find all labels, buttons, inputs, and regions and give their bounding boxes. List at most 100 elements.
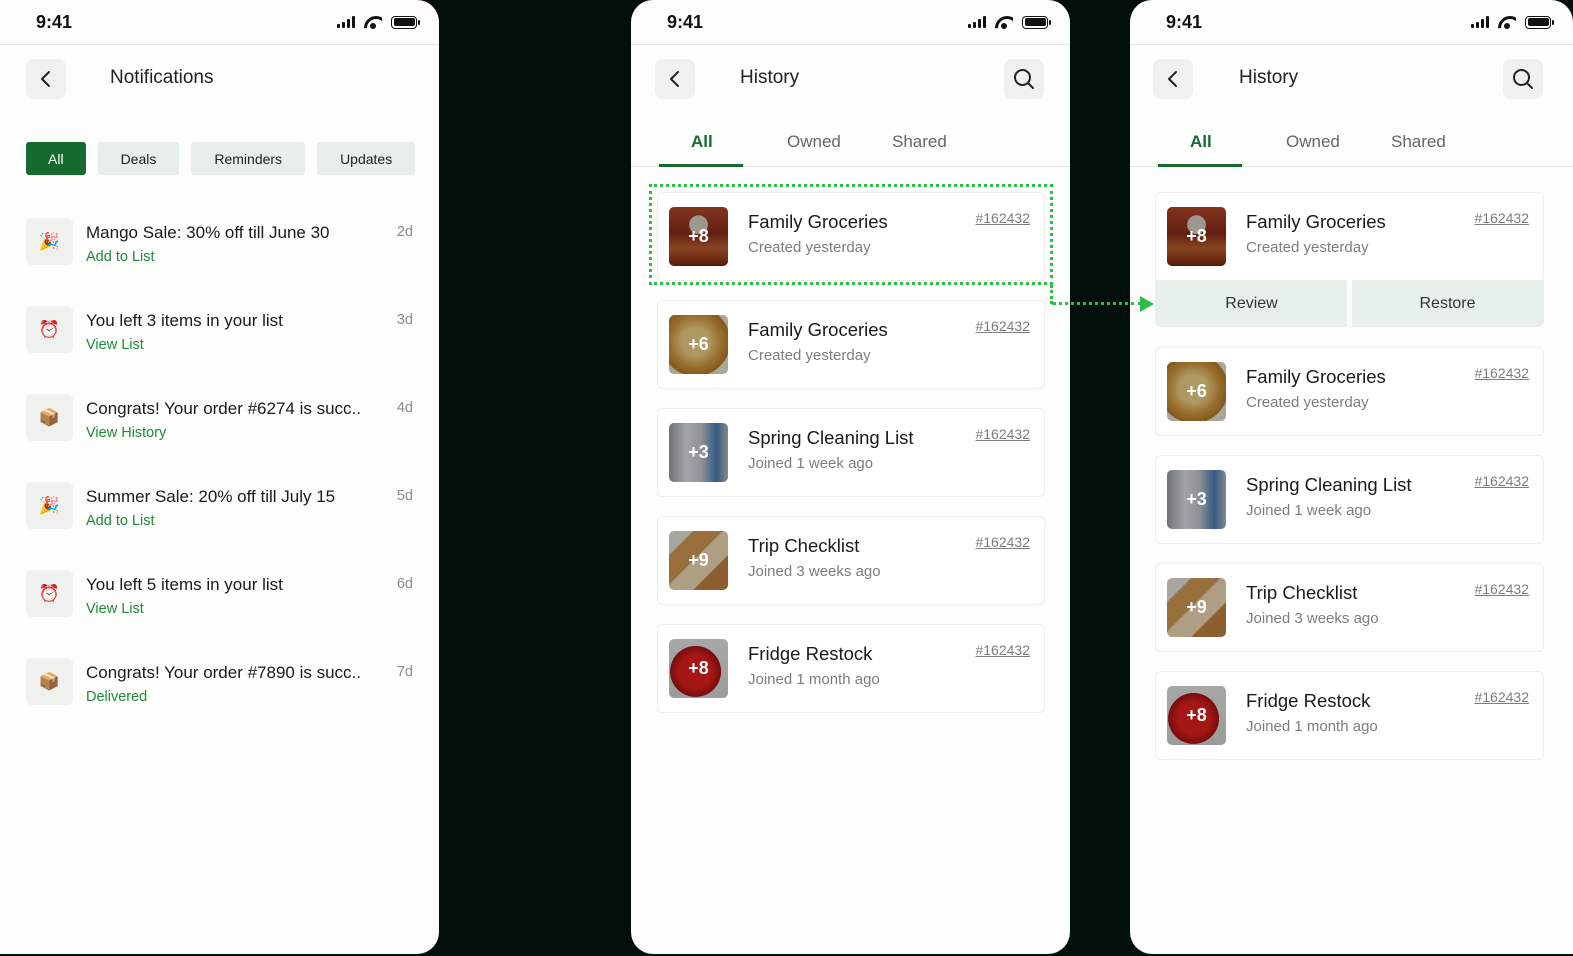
back-button[interactable] xyxy=(1153,59,1193,99)
filter-chip-all[interactable]: All xyxy=(26,142,86,175)
status-bar: 9:41 xyxy=(1130,0,1573,45)
swipe-actions: Review Restore xyxy=(1156,280,1543,326)
extra-items-count: +8 xyxy=(1186,705,1207,725)
list-thumbnail: +6 xyxy=(669,315,728,374)
tab-shared[interactable]: Shared xyxy=(892,132,947,152)
history-card[interactable]: +9 Trip Checklist Joined 3 weeks ago #16243… xyxy=(1155,563,1544,652)
history-screen: 9:41 History All Owned Shared +8 Family G… xyxy=(631,0,1070,954)
extra-items-count: +9 xyxy=(688,550,709,570)
wifi-icon xyxy=(364,15,382,29)
flow-arrow-icon xyxy=(1140,296,1154,312)
tab-owned[interactable]: Owned xyxy=(1286,132,1340,152)
alarm-clock-icon: ⏰ xyxy=(26,570,73,617)
notification-item[interactable]: 📦 Congrats! Your order #7890 is succ.. Del… xyxy=(26,658,413,718)
notification-item[interactable]: 📦 Congrats! Your order #6274 is succ.. Vie… xyxy=(26,394,413,454)
review-button[interactable]: Review xyxy=(1156,280,1347,326)
list-thumbnail: +8 xyxy=(669,639,728,698)
battery-icon xyxy=(391,15,420,29)
list-title: Family Groceries xyxy=(748,319,888,340)
extra-items-count: +8 xyxy=(1186,226,1207,246)
notification-action-link[interactable]: View List xyxy=(86,601,144,617)
filter-chip-updates[interactable]: Updates xyxy=(317,142,416,175)
list-id-link[interactable]: #162432 xyxy=(1474,689,1529,705)
notification-item[interactable]: ⏰ You left 3 items in your list View List 3… xyxy=(26,306,413,366)
wifi-icon xyxy=(1498,15,1516,29)
extra-items-count: +9 xyxy=(1186,597,1207,617)
history-card[interactable]: +6 Family Groceries Created yesterday #1624… xyxy=(1155,347,1544,436)
restore-button[interactable]: Restore xyxy=(1352,280,1543,326)
filter-chip-reminders[interactable]: Reminders xyxy=(191,142,306,175)
history-card[interactable]: +8 Family Groceries Created yesterday #1624… xyxy=(1155,192,1544,327)
list-title: Spring Cleaning List xyxy=(748,427,914,448)
list-subtitle: Joined 1 week ago xyxy=(748,455,874,472)
notification-item[interactable]: 🎉 Mango Sale: 30% off till June 30 Add to … xyxy=(26,218,413,278)
history-card[interactable]: +9 Trip Checklist Joined 3 weeks ago #16243… xyxy=(657,516,1045,605)
notification-item[interactable]: 🎉 Summer Sale: 20% off till July 15 Add to… xyxy=(26,482,413,542)
status-bar: 9:41 xyxy=(0,0,439,45)
extra-items-count: +6 xyxy=(1186,381,1207,401)
notification-title: You left 3 items in your list xyxy=(86,311,283,330)
list-id-link[interactable]: #162432 xyxy=(975,534,1030,550)
list-id-link[interactable]: #162432 xyxy=(975,318,1030,334)
history-card[interactable]: +3 Spring Cleaning List Joined 1 week ago #… xyxy=(1155,455,1544,544)
notification-action-link[interactable]: Add to List xyxy=(86,513,155,529)
notification-title: You left 5 items in your list xyxy=(86,575,283,594)
list-thumbnail: +3 xyxy=(669,423,728,482)
list-subtitle: Joined 3 weeks ago xyxy=(748,563,881,580)
list-subtitle: Joined 1 week ago xyxy=(1246,502,1372,519)
party-popper-icon: 🎉 xyxy=(26,482,73,529)
history-card[interactable]: +3 Spring Cleaning List Joined 1 week ago #… xyxy=(657,408,1045,497)
battery-icon xyxy=(1022,15,1051,29)
search-button[interactable] xyxy=(1004,59,1044,99)
tab-all[interactable]: All xyxy=(691,132,713,152)
list-subtitle: Joined 1 month ago xyxy=(748,671,880,688)
search-icon xyxy=(1014,69,1034,89)
tab-shared[interactable]: Shared xyxy=(1391,132,1446,152)
list-id-link[interactable]: #162432 xyxy=(1474,581,1529,597)
tab-all[interactable]: All xyxy=(1190,132,1212,152)
notification-action-link[interactable]: Delivered xyxy=(86,689,147,705)
search-button[interactable] xyxy=(1503,59,1543,99)
list-id-link[interactable]: #162432 xyxy=(1474,365,1529,381)
history-tabs: All Owned Shared xyxy=(631,126,1070,167)
battery-icon xyxy=(1525,15,1554,29)
history-card[interactable]: +6 Family Groceries Created yesterday #1624… xyxy=(657,300,1045,389)
list-thumbnail: +9 xyxy=(669,531,728,590)
alarm-clock-icon: ⏰ xyxy=(26,306,73,353)
notifications-screen: 9:41 Notifications All Deals Reminders U… xyxy=(0,0,439,954)
history-tabs: All Owned Shared xyxy=(1130,126,1573,167)
list-id-link[interactable]: #162432 xyxy=(1474,473,1529,489)
list-subtitle: Created yesterday xyxy=(1246,239,1369,256)
list-id-link[interactable]: #162432 xyxy=(975,426,1030,442)
notification-action-link[interactable]: View History xyxy=(86,425,166,441)
chevron-left-icon xyxy=(670,71,679,87)
search-icon xyxy=(1513,69,1533,89)
history-card[interactable]: +8 Fridge Restock Joined 1 month ago #16243… xyxy=(1155,671,1544,760)
notification-age: 3d xyxy=(396,312,413,328)
back-button[interactable] xyxy=(26,59,66,99)
notification-age: 2d xyxy=(396,224,413,240)
list-title: Trip Checklist xyxy=(748,535,860,556)
notification-action-link[interactable]: Add to List xyxy=(86,249,155,265)
list-thumbnail: +6 xyxy=(1167,362,1226,421)
tab-owned[interactable]: Owned xyxy=(787,132,841,152)
back-button[interactable] xyxy=(655,59,695,99)
list-id-link[interactable]: #162432 xyxy=(975,642,1030,658)
list-subtitle: Joined 3 weeks ago xyxy=(1246,610,1379,627)
status-bar: 9:41 xyxy=(631,0,1070,45)
list-title: Fridge Restock xyxy=(1246,690,1371,711)
notification-age: 7d xyxy=(396,664,413,680)
list-id-link[interactable]: #162432 xyxy=(1474,210,1529,226)
tab-indicator xyxy=(659,164,743,167)
package-icon: 📦 xyxy=(26,394,73,441)
filter-chip-deals[interactable]: Deals xyxy=(97,142,180,175)
extra-items-count: +8 xyxy=(688,658,709,678)
list-thumbnail: +8 xyxy=(1167,207,1226,266)
list-thumbnail: +8 xyxy=(1167,686,1226,745)
chevron-left-icon xyxy=(41,71,50,87)
notification-action-link[interactable]: View List xyxy=(86,337,144,353)
history-card[interactable]: +8 Fridge Restock Joined 1 month ago #16243… xyxy=(657,624,1045,713)
list-title: Family Groceries xyxy=(1246,366,1386,387)
page-title: History xyxy=(1239,67,1299,88)
notification-item[interactable]: ⏰ You left 5 items in your list View List 6… xyxy=(26,570,413,630)
